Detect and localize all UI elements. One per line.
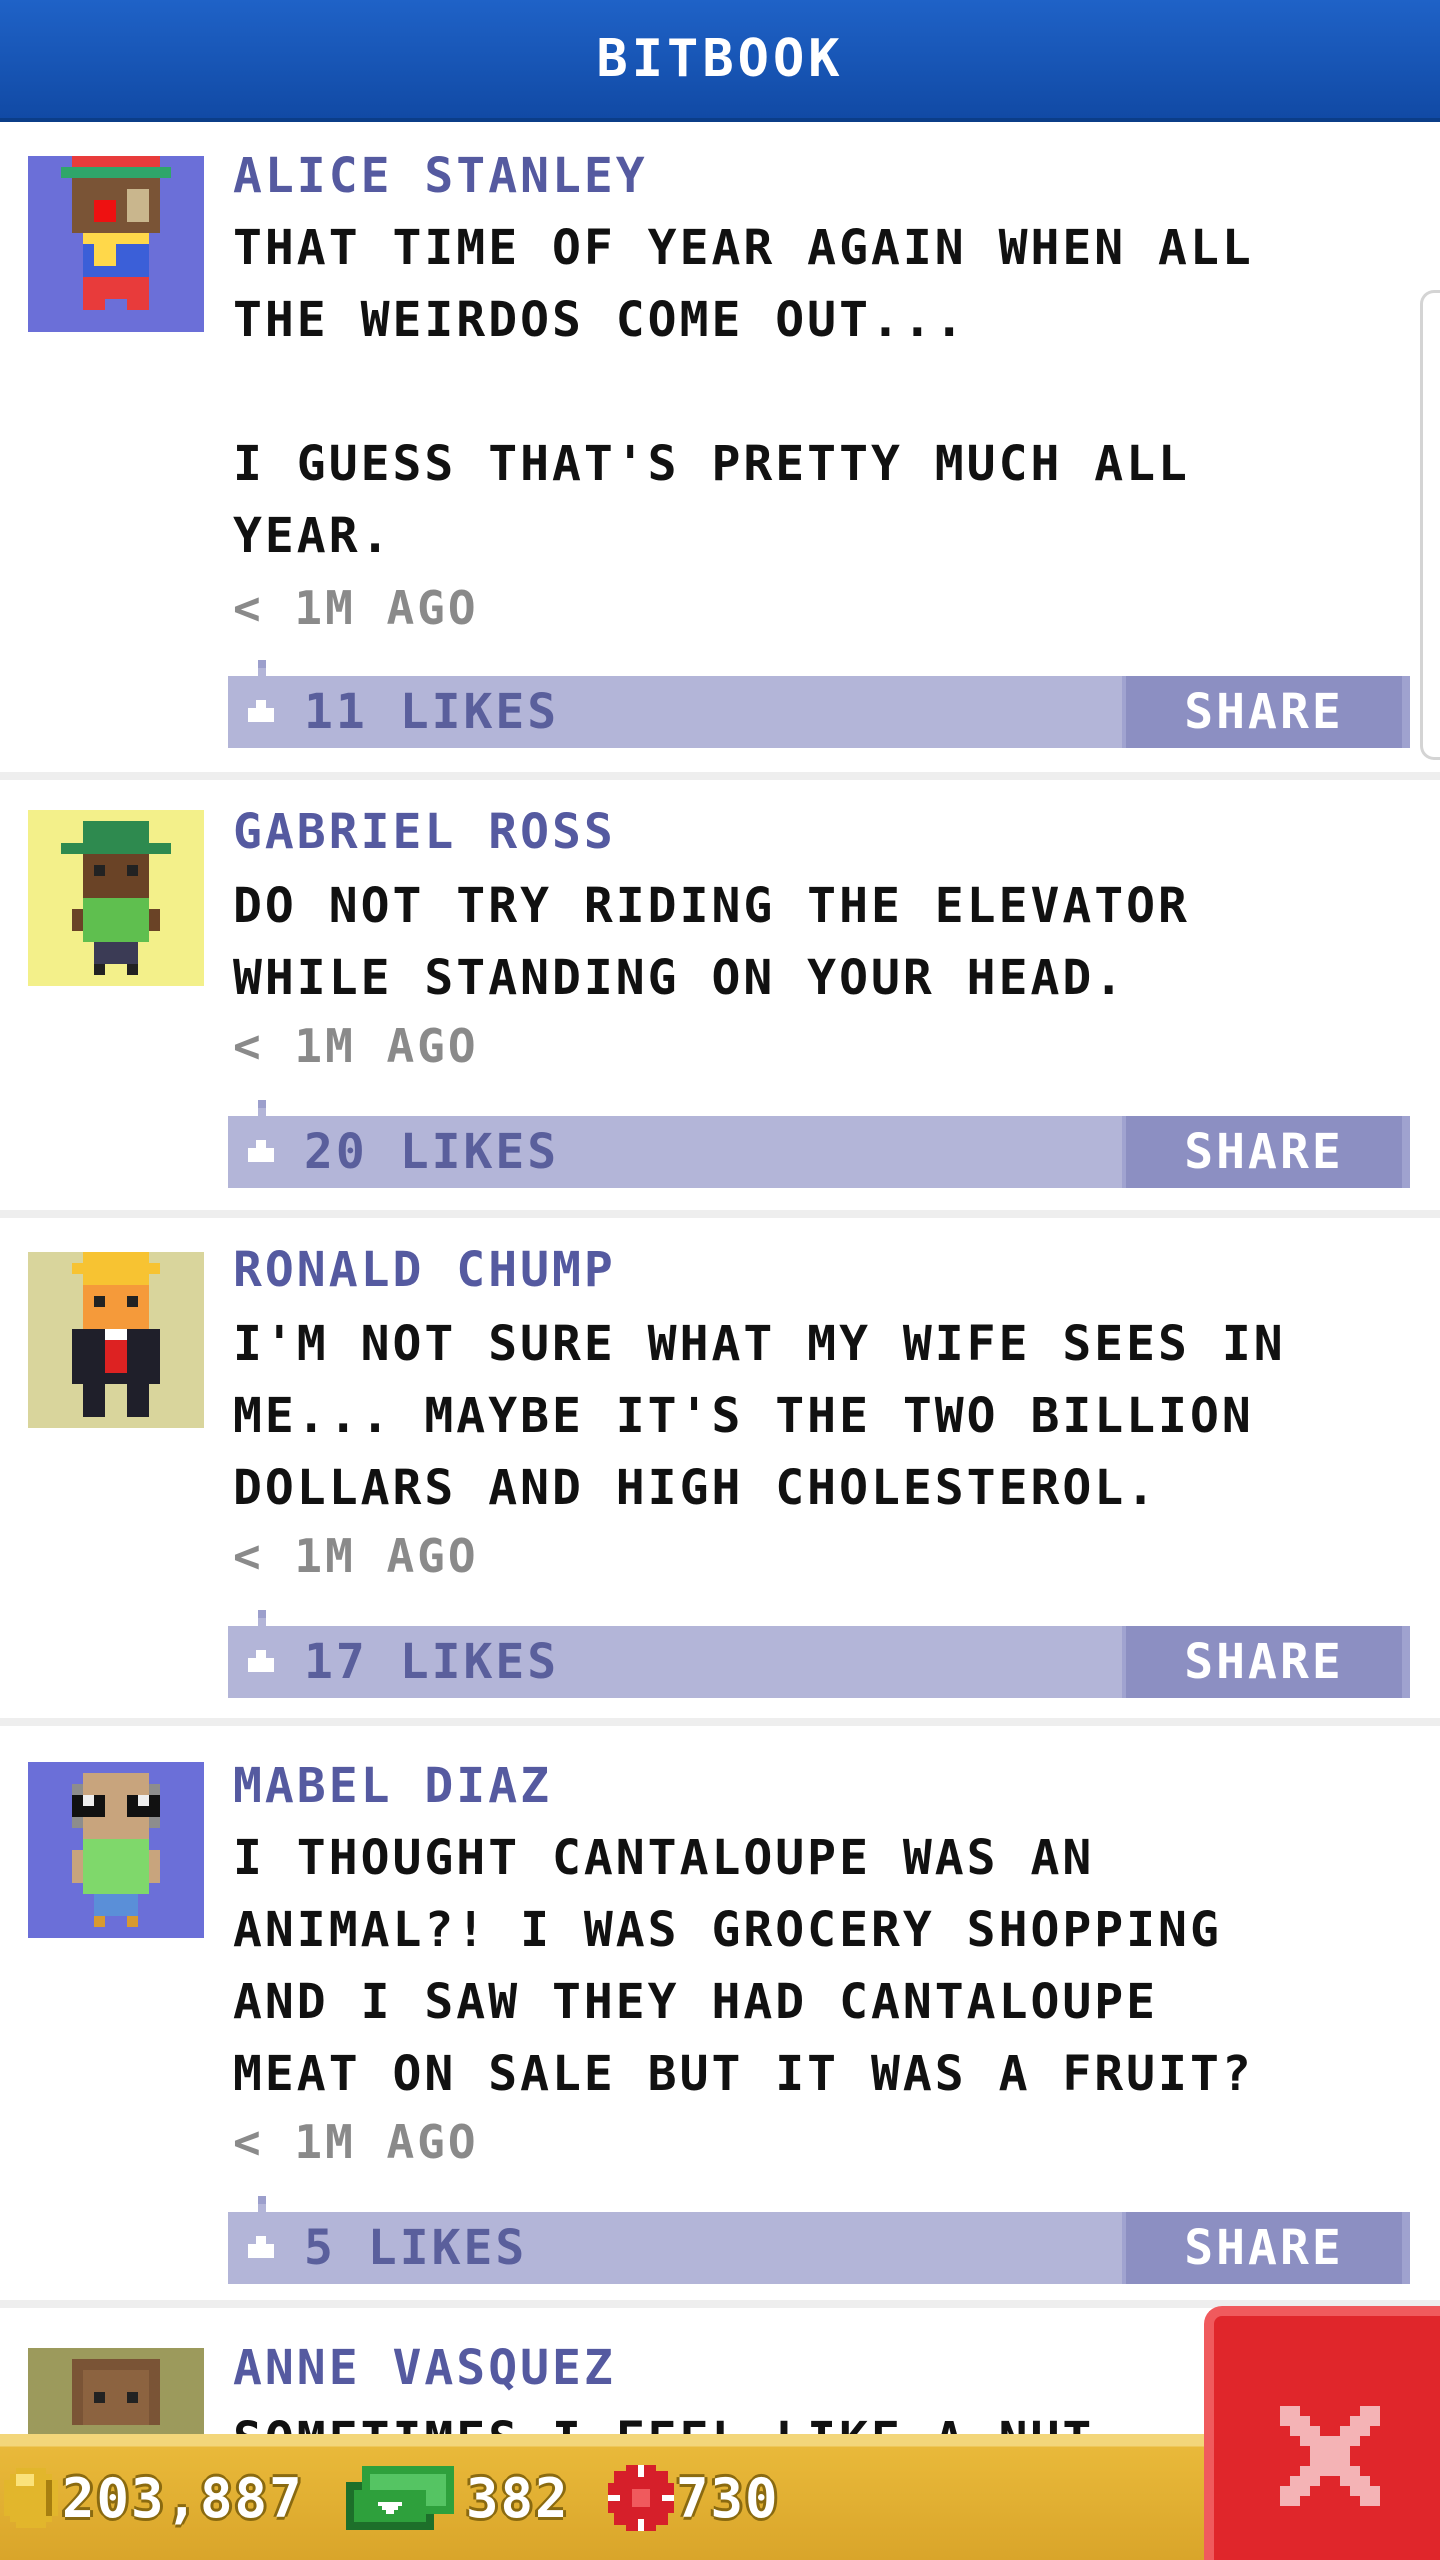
bux-icon [346, 2466, 454, 2530]
coins-stat: 203,887 [4, 2458, 304, 2538]
brown-hair-avatar-icon[interactable] [28, 2348, 204, 2434]
likes-bar: 20 LIKES SHARE [228, 1100, 1410, 1188]
post-timestamp: < 1M AGO [233, 581, 479, 635]
coins-count: 203,887 [62, 2466, 304, 2530]
post-timestamp: < 1M AGO [233, 2115, 479, 2169]
post-timestamp: < 1M AGO [233, 1019, 479, 1073]
post-timestamp: < 1M AGO [233, 1529, 479, 1583]
post-text: I THOUGHT CANTALOUPE WAS AN ANIMAL?! I W… [233, 1830, 1254, 2102]
tokens-stat: 730 [608, 2458, 780, 2538]
divider [0, 772, 1440, 780]
post-card: GABRIEL ROSS DO NOT TRY RIDING THE ELEVA… [0, 780, 1440, 1210]
post-text: I'M NOT SURE WHAT MY WIFE SEES IN ME... … [233, 1316, 1286, 1516]
app-header: BITBOOK [0, 0, 1440, 122]
thumbs-up-icon[interactable] [244, 660, 278, 740]
coin-icon [4, 2468, 58, 2528]
post-text: DO NOT TRY RIDING THE ELEVATOR WHILE STA… [233, 878, 1190, 1006]
post-text: THAT TIME OF YEAR AGAIN WHEN ALL THE WEI… [233, 220, 1254, 564]
green-hat-avatar-icon[interactable] [28, 810, 204, 986]
post-author[interactable]: ALICE STANLEY [233, 146, 648, 206]
likes-bar: 5 LIKES SHARE [228, 2196, 1410, 2284]
likes-count: 20 LIKES [304, 1124, 560, 1180]
post-author[interactable]: RONALD CHUMP [233, 1240, 616, 1300]
thumbs-up-icon[interactable] [244, 1100, 278, 1180]
token-icon [608, 2465, 674, 2531]
post-card: RONALD CHUMP I'M NOT SURE WHAT MY WIFE S… [0, 1218, 1440, 1718]
bux-stat: 382 [346, 2458, 570, 2538]
blond-suit-avatar-icon[interactable] [28, 1252, 204, 1428]
tokens-count: 730 [676, 2466, 780, 2530]
divider [0, 1210, 1440, 1218]
share-button[interactable]: SHARE [1122, 1626, 1410, 1698]
likes-count: 5 LIKES [304, 2220, 528, 2276]
likes-bar: 11 LIKES SHARE [228, 660, 1410, 748]
likes-bar: 17 LIKES SHARE [228, 1610, 1410, 1698]
thumbs-up-icon[interactable] [244, 1610, 278, 1690]
post-card: ALICE STANLEY THAT TIME OF YEAR AGAIN WH… [0, 122, 1440, 772]
post-author[interactable]: ANNE VASQUEZ [233, 2338, 616, 2398]
bux-count: 382 [466, 2466, 570, 2530]
post-author[interactable]: MABEL DIAZ [233, 1756, 552, 1816]
post-author[interactable]: GABRIEL ROSS [233, 802, 616, 862]
glasses-avatar-icon[interactable] [28, 1762, 204, 1938]
share-button[interactable]: SHARE [1122, 1116, 1410, 1188]
post-card: MABEL DIAZ I THOUGHT CANTALOUPE WAS AN A… [0, 1726, 1440, 2296]
clown-avatar-icon[interactable] [28, 156, 204, 332]
close-icon [1280, 2406, 1380, 2506]
divider [0, 1718, 1440, 1726]
share-button[interactable]: SHARE [1122, 2212, 1410, 2284]
share-button[interactable]: SHARE [1122, 676, 1410, 748]
close-button[interactable] [1204, 2306, 1440, 2560]
thumbs-up-icon[interactable] [244, 2196, 278, 2276]
likes-count: 17 LIKES [304, 1634, 560, 1690]
page-title: BITBOOK [596, 29, 844, 89]
likes-count: 11 LIKES [304, 684, 560, 740]
